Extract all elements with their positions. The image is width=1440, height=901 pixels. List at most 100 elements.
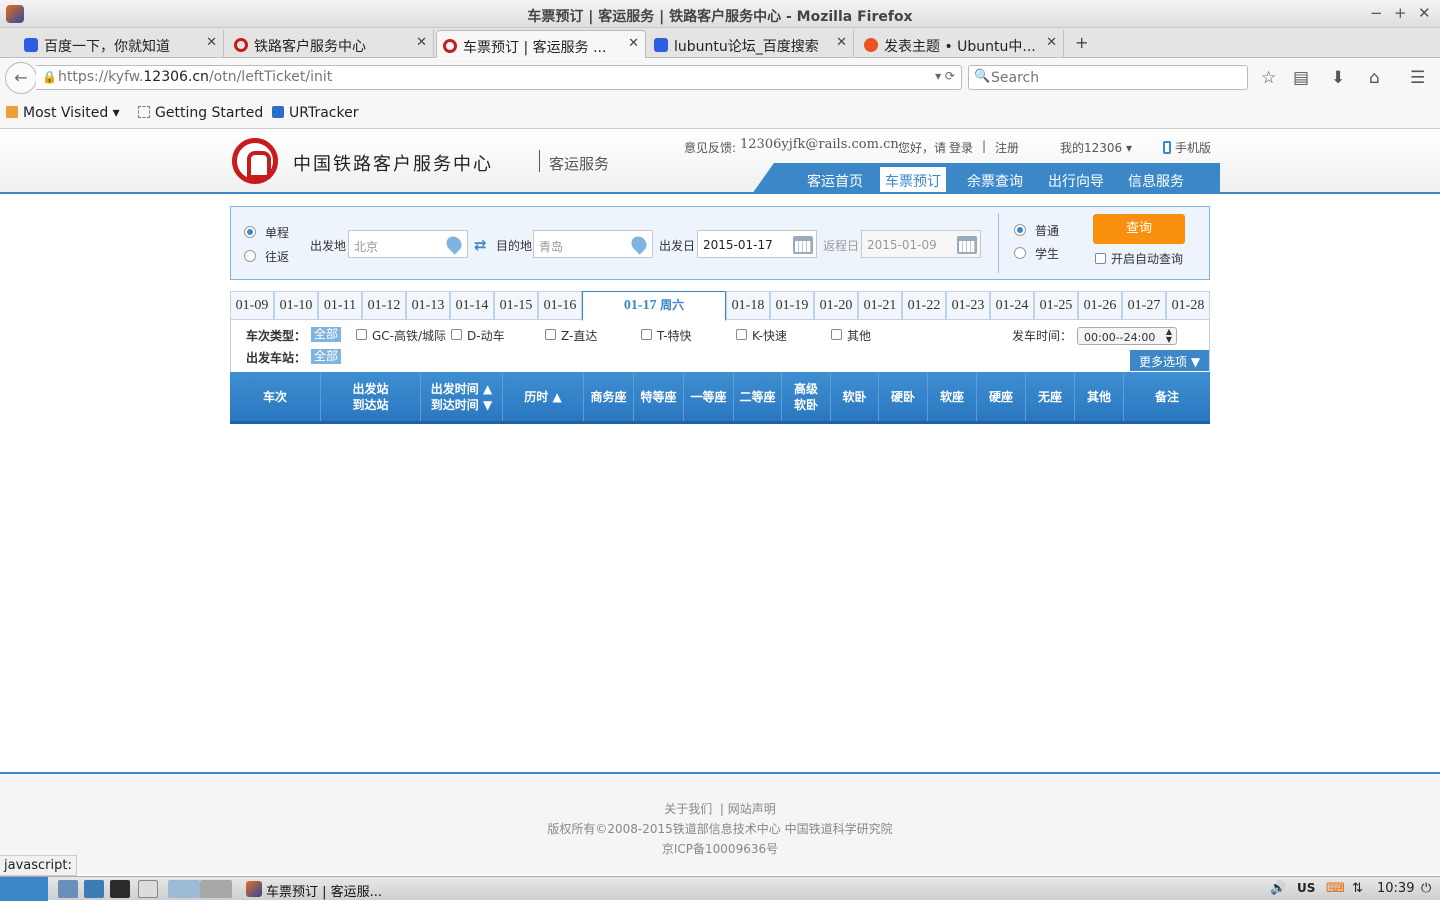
network-icon[interactable]: ⇅ [1352, 881, 1363, 896]
browser-launcher-icon[interactable] [84, 880, 104, 898]
type-gc-checkbox[interactable] [356, 329, 367, 340]
auto-query-checkbox[interactable] [1095, 253, 1106, 264]
swap-stations-icon[interactable]: ⇄ [474, 236, 492, 254]
minimize-button[interactable]: − [1370, 4, 1383, 22]
login-link[interactable]: 登录 [949, 139, 973, 156]
clock[interactable]: 10:39 [1377, 881, 1414, 896]
back-button[interactable]: ← [5, 62, 37, 94]
show-desktop-icon[interactable] [138, 880, 158, 898]
tab-baidu[interactable]: 百度一下，你就知道 ✕ [18, 30, 224, 58]
return-date-field[interactable]: 2015-01-09 [861, 230, 981, 258]
station-all-tag[interactable]: 全部 [311, 349, 342, 364]
date-tab[interactable]: 01-14 [450, 291, 494, 320]
type-other-checkbox[interactable] [831, 329, 842, 340]
radio-normal-ticket[interactable] [1014, 224, 1026, 236]
radio-student-ticket[interactable] [1014, 247, 1026, 259]
tab-railway[interactable]: 铁路客户服务中心 ✕ [228, 30, 434, 58]
type-d-checkbox[interactable] [451, 329, 462, 340]
depart-time-select[interactable]: 00:00--24:00 ▲ ▼ [1077, 327, 1177, 345]
start-menu-button[interactable] [0, 877, 48, 901]
date-tab[interactable]: 01-22 [902, 291, 946, 320]
search-bar[interactable]: 🔍 [968, 65, 1248, 90]
radio-roundtrip[interactable] [244, 250, 256, 262]
close-tab-icon[interactable]: ✕ [836, 35, 847, 50]
workspace-2[interactable] [200, 880, 232, 898]
more-options-button[interactable]: 更多选项 ▼ [1130, 350, 1209, 371]
menu-icon[interactable]: ☰ [1410, 68, 1425, 88]
date-tab[interactable]: 01-11 [318, 291, 362, 320]
close-window-button[interactable]: ✕ [1418, 4, 1431, 22]
tab-lubuntu-search[interactable]: lubuntu论坛_百度搜索 ✕ [648, 30, 854, 58]
tab-ubuntu-forum[interactable]: 发表主题 • Ubuntu中... ✕ [858, 30, 1064, 58]
bookmark-most-visited[interactable]: Most Visited ▾ [6, 105, 120, 121]
date-tab[interactable]: 01-15 [494, 291, 538, 320]
nav-home[interactable]: 客运首页 [807, 171, 863, 191]
terminal-icon[interactable] [110, 880, 130, 898]
register-link[interactable]: 注册 [995, 139, 1019, 156]
date-tab[interactable]: 01-10 [274, 291, 318, 320]
col-duration[interactable]: 历时 ▲ [503, 372, 584, 421]
close-tab-icon[interactable]: ✕ [1046, 35, 1057, 50]
new-tab-button[interactable]: + [1075, 33, 1088, 52]
calendar-icon[interactable] [793, 236, 813, 254]
bookmark-star-icon[interactable]: ☆ [1261, 68, 1276, 88]
railway-logo[interactable] [232, 138, 278, 184]
maximize-button[interactable]: + [1394, 4, 1407, 22]
date-tab[interactable]: 01-13 [406, 291, 450, 320]
date-tab[interactable]: 01-16 [538, 291, 582, 320]
mobile-link[interactable]: 手机版 [1163, 139, 1211, 156]
date-tab[interactable]: 01-24 [990, 291, 1034, 320]
feedback-email[interactable]: 12306yjfk@rails.com.cn [740, 137, 899, 152]
my12306-menu[interactable]: 我的12306 ▾ [1060, 139, 1132, 156]
date-tab[interactable]: 01-18 [726, 291, 770, 320]
type-z-checkbox[interactable] [545, 329, 556, 340]
tab-ticket-booking[interactable]: 车票预订 | 客运服务 ... ✕ [436, 30, 646, 58]
home-icon[interactable]: ⌂ [1369, 68, 1380, 88]
taskbar-firefox-window[interactable]: 车票预订 | 客运服... [242, 877, 392, 901]
col-times[interactable]: 出发时间 ▲ 到达时间 ▼ [421, 372, 503, 421]
from-station-field[interactable]: 北京 [348, 230, 468, 258]
date-tab[interactable]: 01-28 [1166, 291, 1210, 320]
radio-oneway[interactable] [244, 226, 256, 238]
nav-ticket-booking[interactable]: 车票预订 [880, 167, 946, 192]
date-tab[interactable]: 01-23 [946, 291, 990, 320]
about-link[interactable]: 关于我们 [664, 802, 712, 816]
type-t-checkbox[interactable] [641, 329, 652, 340]
power-icon[interactable]: ⏻ [1421, 881, 1431, 896]
date-tab[interactable]: 01-21 [858, 291, 902, 320]
to-station-field[interactable]: 青岛 [533, 230, 653, 258]
nav-travel-guide[interactable]: 出行向导 [1048, 171, 1104, 191]
date-tab[interactable]: 01-20 [814, 291, 858, 320]
bookmark-urtracker[interactable]: URTracker [272, 105, 358, 121]
type-k-checkbox[interactable] [736, 329, 747, 340]
volume-icon[interactable]: 🔊 [1270, 881, 1286, 896]
close-tab-icon[interactable]: ✕ [206, 35, 217, 50]
keyboard-layout[interactable]: US [1297, 881, 1315, 895]
train-type-all-tag[interactable]: 全部 [311, 327, 342, 342]
search-button[interactable]: 查询 [1093, 214, 1185, 244]
close-tab-icon[interactable]: ✕ [628, 36, 639, 51]
date-tab[interactable]: 01-12 [362, 291, 406, 320]
file-manager-icon[interactable] [58, 880, 78, 898]
date-tab[interactable]: 01-27 [1122, 291, 1166, 320]
search-input[interactable] [991, 68, 1241, 87]
workspace-1[interactable] [168, 880, 200, 898]
calendar-icon[interactable] [957, 236, 977, 254]
nav-remaining-tickets[interactable]: 余票查询 [967, 171, 1023, 191]
close-tab-icon[interactable]: ✕ [416, 35, 427, 50]
date-tab-active[interactable]: 01-17 周六 [582, 291, 726, 321]
depart-date-field[interactable]: 2015-01-17 [697, 230, 817, 258]
nav-info-service[interactable]: 信息服务 [1128, 171, 1184, 191]
col-stations[interactable]: 出发站 到达站 [321, 372, 421, 421]
downloads-icon[interactable]: ⬇ [1331, 68, 1345, 88]
date-tab[interactable]: 01-09 [230, 291, 274, 320]
reading-list-icon[interactable]: ▤ [1293, 68, 1309, 88]
input-method-icon[interactable]: ⌨ [1326, 881, 1345, 896]
date-tab[interactable]: 01-25 [1034, 291, 1078, 320]
notice-link[interactable]: 网站声明 [728, 802, 776, 816]
reload-icon[interactable]: ▾ ⟳ [935, 69, 955, 83]
date-tab[interactable]: 01-26 [1078, 291, 1122, 320]
date-tab[interactable]: 01-19 [770, 291, 814, 320]
url-bar[interactable]: 🔒 https://kyfw.12306.cn/otn/leftTicket/i… [36, 65, 962, 90]
bookmark-getting-started[interactable]: Getting Started [138, 105, 263, 121]
